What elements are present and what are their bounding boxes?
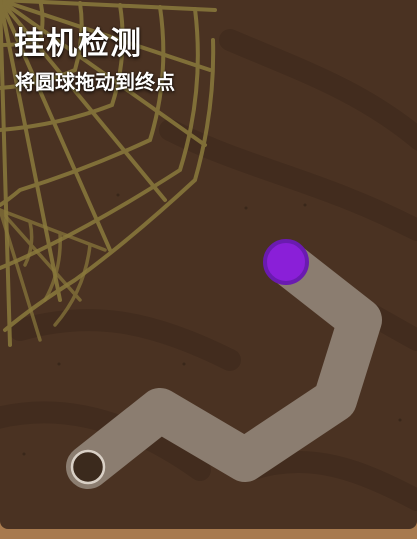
captcha-panel: 挂机检测 将圆球拖动到终点 xyxy=(0,0,417,529)
frame-bottom xyxy=(0,529,417,539)
captcha-stage: 挂机检测 将圆球拖动到终点 xyxy=(0,0,417,539)
captcha-title: 挂机检测 xyxy=(14,26,142,62)
captcha-instruction: 将圆球拖动到终点 xyxy=(15,70,175,94)
ball-handle[interactable] xyxy=(263,239,309,285)
